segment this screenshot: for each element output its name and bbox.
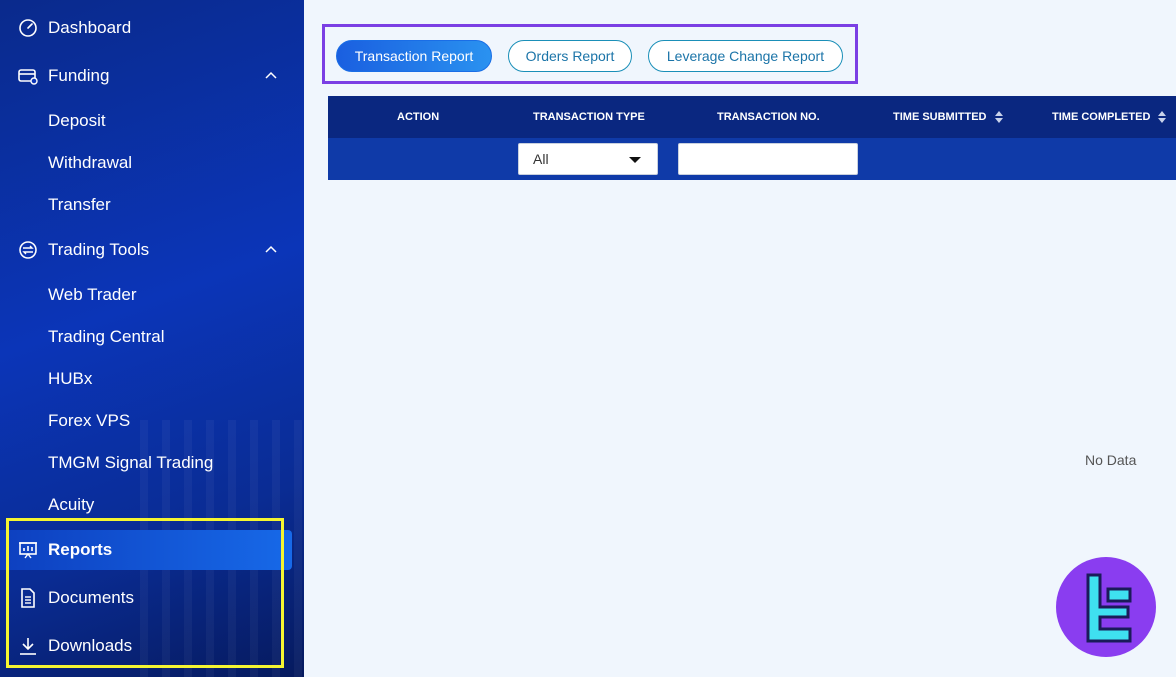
column-header-label: TRANSACTION TYPE [533, 111, 645, 123]
chevron-up-icon[interactable] [263, 242, 279, 258]
sidebar-item-trading-tools[interactable]: Trading Tools [0, 230, 292, 270]
column-header-transaction-type: TRANSACTION TYPE [533, 96, 645, 138]
sort-icon[interactable] [1158, 111, 1167, 123]
column-header-label: TRANSACTION NO. [717, 111, 820, 123]
sidebar-item-dashboard[interactable]: Dashboard [0, 8, 292, 48]
sidebar-item-label: HUBx [48, 369, 93, 388]
brand-logo [1056, 557, 1156, 657]
sidebar-item-label: Reports [48, 540, 113, 559]
sidebar-item-label: Trading Central [48, 327, 165, 346]
column-header-label: TIME SUBMITTED [893, 111, 987, 123]
sidebar-item-forex-vps[interactable]: Forex VPS [0, 401, 292, 441]
sidebar-item-reports[interactable]: Reports [0, 530, 292, 570]
sidebar-item-withdrawal[interactable]: Withdrawal [0, 143, 292, 183]
column-header-time-submitted[interactable]: TIME SUBMITTED [893, 96, 1003, 138]
column-header-time-completed[interactable]: TIME COMPLETED [1052, 96, 1167, 138]
sidebar-item-deposit[interactable]: Deposit [0, 101, 292, 141]
tab-transaction-report[interactable]: Transaction Report [336, 40, 492, 72]
sidebar-item-label: Trading Tools [48, 240, 150, 259]
sidebar-item-web-trader[interactable]: Web Trader [0, 275, 292, 315]
caret-down-icon [629, 157, 641, 163]
sidebar-item-tmgm-signal-trading[interactable]: TMGM Signal Trading [0, 443, 292, 483]
sidebar-item-label: Acuity [48, 495, 95, 514]
reports-presentation-icon [17, 539, 39, 561]
sidebar-item-label: Downloads [48, 636, 133, 655]
dashboard-gauge-icon [17, 17, 39, 39]
funding-card-icon [17, 65, 39, 87]
column-header-transaction-no: TRANSACTION NO. [717, 96, 820, 138]
sidebar-item-label: TMGM Signal Trading [48, 453, 214, 472]
trading-tools-icon [17, 239, 39, 261]
empty-state-text: No Data [1085, 452, 1137, 468]
tab-orders-report[interactable]: Orders Report [508, 40, 632, 72]
report-table-header: ACTION TRANSACTION TYPE TRANSACTION NO. … [328, 96, 1176, 180]
sidebar-item-downloads[interactable]: Downloads [0, 626, 292, 666]
sidebar-item-hubx[interactable]: HUBx [0, 359, 292, 399]
document-icon [17, 587, 39, 609]
sidebar-item-funding[interactable]: Funding [0, 56, 292, 96]
table-header-row: ACTION TRANSACTION TYPE TRANSACTION NO. … [328, 96, 1176, 138]
sidebar: Dashboard Funding Deposit Withdrawal Tra… [0, 0, 304, 677]
logo-mark-icon [1086, 573, 1132, 643]
select-value: All [533, 151, 549, 167]
sidebar-item-documents[interactable]: Documents [0, 578, 292, 618]
chevron-up-icon[interactable] [263, 68, 279, 84]
column-header-label: ACTION [397, 111, 440, 123]
column-header-label: TIME COMPLETED [1052, 111, 1151, 123]
sidebar-item-acuity[interactable]: Acuity [0, 485, 292, 525]
sidebar-item-trading-central[interactable]: Trading Central [0, 317, 292, 357]
download-icon [17, 635, 39, 657]
sidebar-item-label: Documents [48, 588, 134, 607]
tab-leverage-change-report[interactable]: Leverage Change Report [648, 40, 843, 72]
sidebar-item-transfer[interactable]: Transfer [0, 185, 292, 225]
column-header-action: ACTION [397, 96, 439, 138]
sidebar-item-label: Transfer [48, 195, 111, 214]
sidebar-item-label: Deposit [48, 111, 106, 130]
sidebar-item-label: Funding [48, 66, 110, 85]
transaction-type-select[interactable]: All [518, 143, 658, 175]
transaction-no-input[interactable] [678, 143, 858, 175]
sort-icon[interactable] [994, 111, 1003, 123]
sidebar-item-label: Forex VPS [48, 411, 131, 430]
sidebar-item-label: Withdrawal [48, 153, 133, 172]
sidebar-item-label: Dashboard [48, 18, 132, 37]
sidebar-item-label: Web Trader [48, 285, 137, 304]
table-filter-row: All [328, 138, 1176, 180]
